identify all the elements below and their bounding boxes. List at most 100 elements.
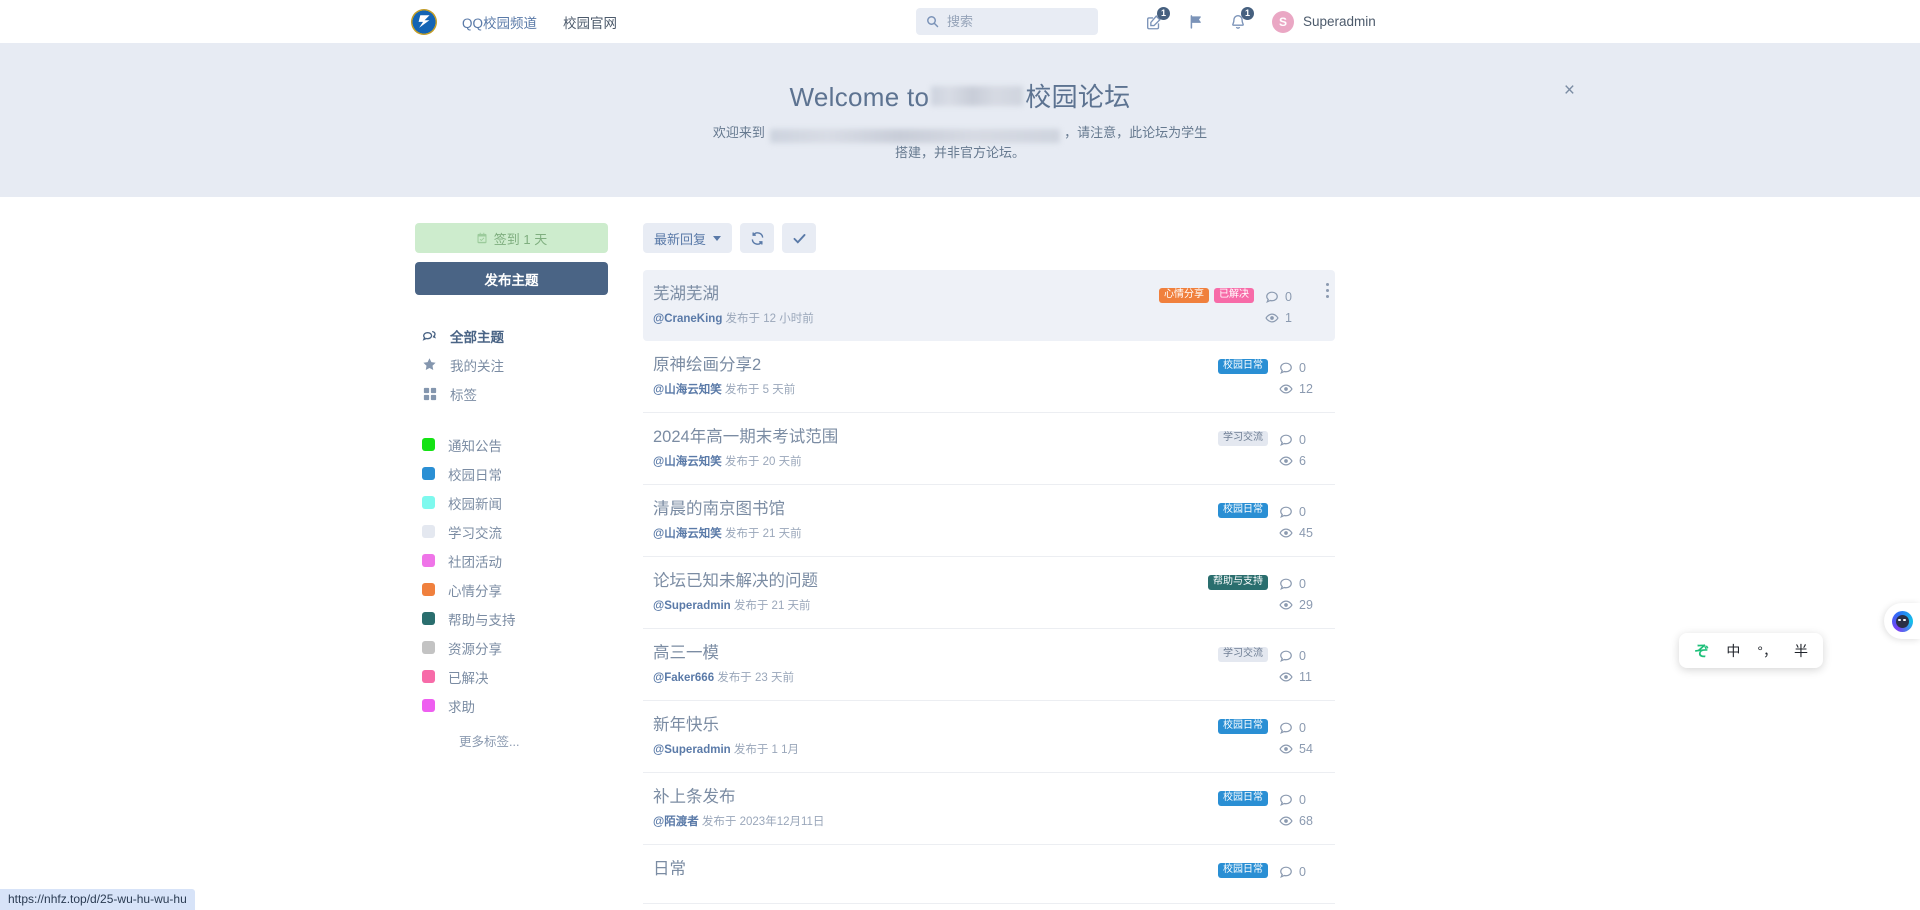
topic-title[interactable]: 原神绘画分享2 <box>653 355 1218 376</box>
user-menu[interactable]: S Superadmin <box>1272 10 1376 33</box>
topic-badges: 校园日常 <box>1218 789 1268 806</box>
compose-icon[interactable]: 1 <box>1144 6 1171 32</box>
topic-badge[interactable]: 心情分享 <box>1159 288 1209 303</box>
search-input[interactable] <box>947 14 1089 29</box>
bell-icon[interactable]: 1 <box>1228 6 1255 32</box>
forum-logo[interactable] <box>411 8 437 35</box>
floating-assistant-button[interactable] <box>1884 603 1920 639</box>
topic-badge[interactable]: 校园日常 <box>1218 863 1268 878</box>
view-count: 1 <box>1265 307 1311 328</box>
sidebar-tag-study[interactable]: 学习交流 <box>415 517 608 546</box>
sidebar-item-all-topics[interactable]: 全部主题 <box>415 321 608 350</box>
flag-icon[interactable] <box>1186 12 1206 32</box>
refresh-button[interactable] <box>740 223 775 253</box>
topic-row[interactable]: 补上条发布 @陌渡者 发布于 2023年12月11日 校园日常 0 68 <box>643 773 1335 845</box>
topic-toolbar: 最新回复 <box>643 223 1335 253</box>
welcome-title-suffix: 校园论坛 <box>1025 82 1131 112</box>
sort-dropdown[interactable]: 最新回复 <box>643 223 733 253</box>
topic-badge[interactable]: 校园日常 <box>1218 503 1268 518</box>
topic-badge[interactable]: 校园日常 <box>1218 359 1268 374</box>
comment-icon <box>1279 721 1293 735</box>
topic-row[interactable]: 原神绘画分享2 @山海云知笑 发布于 5 天前 校园日常 0 12 <box>643 341 1335 413</box>
comment-icon <box>1279 865 1293 879</box>
topic-title[interactable]: 日常 <box>653 859 1218 880</box>
ime-language-toggle[interactable]: 中 <box>1726 641 1740 661</box>
topic-title[interactable]: 高三一模 <box>653 643 1218 664</box>
topic-more-menu-icon[interactable] <box>1326 283 1329 301</box>
topic-row[interactable]: 新年快乐 @Superadmin 发布于 1 1月 校园日常 0 54 <box>643 701 1335 773</box>
topic-row[interactable]: 芜湖芜湖 @CraneKing 发布于 12 小时前 心情分享 已解决 0 1 <box>643 270 1335 341</box>
more-tags-link[interactable]: 更多标签... <box>415 731 608 750</box>
tag-color-swatch <box>422 699 435 712</box>
topic-counts: 0 68 <box>1279 789 1325 831</box>
sidebar-item-following[interactable]: 我的关注 <box>415 350 608 379</box>
close-icon[interactable]: × <box>1564 81 1575 100</box>
sidebar-tag-club[interactable]: 社团活动 <box>415 546 608 575</box>
topic-row[interactable]: 论坛已知未解决的问题 @Superadmin 发布于 21 天前 帮助与支持 0 29 <box>643 557 1335 629</box>
nav-school-site[interactable]: 校园官网 <box>563 12 617 32</box>
topic-meta: @CraneKing 发布于 12 小时前 <box>653 312 814 325</box>
mark-read-button[interactable] <box>782 223 817 253</box>
sidebar-item-tags[interactable]: 标签 <box>415 379 608 408</box>
star-icon <box>422 357 437 372</box>
topic-counts: 0 29 <box>1279 573 1325 615</box>
ime-punctuation-toggle[interactable]: °， <box>1757 641 1777 661</box>
sidebar-tag-campus-news[interactable]: 校园新闻 <box>415 488 608 517</box>
topic-author[interactable]: @山海云知笑 <box>653 456 722 468</box>
topic-author[interactable]: @Faker666 <box>653 672 714 684</box>
topic-author[interactable]: @山海云知笑 <box>653 384 722 396</box>
topic-author[interactable]: @CraneKing <box>653 313 722 325</box>
sidebar-tag-solved[interactable]: 已解决 <box>415 662 608 691</box>
comment-icon <box>1279 505 1293 519</box>
sidebar-tag-notice[interactable]: 通知公告 <box>415 430 608 459</box>
topic-counts: 0 11 <box>1279 645 1325 687</box>
topic-title[interactable]: 2024年高一期末考试范围 <box>653 427 1218 448</box>
sidebar-tag-help[interactable]: 求助 <box>415 691 608 720</box>
topic-row[interactable]: 高三一模 @Faker666 发布于 23 天前 学习交流 0 11 <box>643 629 1335 701</box>
redacted-school-name <box>931 86 1024 106</box>
tag-color-swatch <box>422 612 435 625</box>
topic-badge[interactable]: 帮助与支持 <box>1208 575 1268 590</box>
topic-row[interactable]: 日常 校园日常 0 <box>643 845 1335 904</box>
search-box[interactable] <box>916 8 1099 35</box>
tag-color-swatch <box>422 496 435 509</box>
topic-author[interactable]: @Superadmin <box>653 600 731 612</box>
checkin-label: 签到 1 天 <box>493 231 548 247</box>
sidebar-tag-mood[interactable]: 心情分享 <box>415 575 608 604</box>
topic-title[interactable]: 论坛已知未解决的问题 <box>653 571 1208 592</box>
view-count: 45 <box>1279 522 1325 543</box>
topic-main: 论坛已知未解决的问题 @Superadmin 发布于 21 天前 <box>653 571 1208 613</box>
topic-title[interactable]: 芜湖芜湖 <box>653 284 1159 305</box>
search-icon <box>927 16 939 28</box>
sidebar-tag-resources[interactable]: 资源分享 <box>415 633 608 662</box>
topic-author[interactable]: @山海云知笑 <box>653 528 722 540</box>
ime-width-toggle[interactable]: 半 <box>1794 641 1808 661</box>
topic-badge[interactable]: 已解决 <box>1214 288 1254 303</box>
topic-meta: @Superadmin 发布于 21 天前 <box>653 599 811 612</box>
create-topic-button[interactable]: 发布主题 <box>415 262 608 295</box>
topic-author[interactable]: @陌渡者 <box>653 816 699 828</box>
topic-badge[interactable]: 学习交流 <box>1218 431 1268 446</box>
topic-author[interactable]: @Superadmin <box>653 744 731 756</box>
sidebar-tag-campus-daily[interactable]: 校园日常 <box>415 459 608 488</box>
sidebar-item-label: 标签 <box>450 387 477 403</box>
comment-icon <box>1279 361 1293 375</box>
sidebar-tag-support[interactable]: 帮助与支持 <box>415 604 608 633</box>
topic-badge[interactable]: 校园日常 <box>1218 791 1268 806</box>
reply-count-value: 0 <box>1299 576 1306 591</box>
nav-qq-channel[interactable]: QQ校园频道 <box>462 12 537 32</box>
checkin-button[interactable]: 签到 1 天 <box>415 223 608 253</box>
sidebar-item-label: 我的关注 <box>450 358 504 374</box>
view-count-value: 29 <box>1299 597 1313 612</box>
topic-badge[interactable]: 校园日常 <box>1218 719 1268 734</box>
topic-row[interactable]: 2024年高一期末考试范围 @山海云知笑 发布于 20 天前 学习交流 0 6 <box>643 413 1335 485</box>
compose-badge: 1 <box>1157 6 1171 20</box>
topic-badge[interactable]: 学习交流 <box>1218 647 1268 662</box>
tag-label: 社团活动 <box>448 554 502 570</box>
topic-title[interactable]: 清晨的南京图书馆 <box>653 499 1218 520</box>
topic-title[interactable]: 新年快乐 <box>653 715 1218 736</box>
sidebar-nav: 全部主题 我的关注 标签 <box>415 321 608 408</box>
topic-title[interactable]: 补上条发布 <box>653 787 1218 808</box>
topic-row[interactable]: 清晨的南京图书馆 @山海云知笑 发布于 21 天前 校园日常 0 45 <box>643 485 1335 557</box>
topic-badges: 心情分享 已解决 <box>1159 286 1254 303</box>
